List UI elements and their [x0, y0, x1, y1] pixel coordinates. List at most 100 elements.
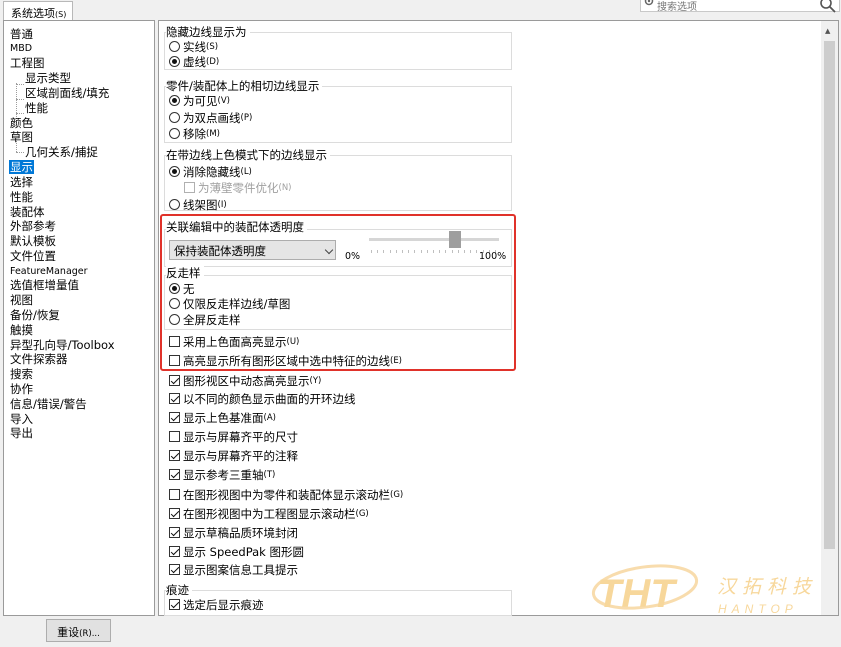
checkbox-option[interactable]: 显示参考三重轴 (T)	[169, 467, 275, 482]
tree-item[interactable]: 备份/恢复	[10, 308, 60, 322]
tree-item[interactable]: MBD	[10, 42, 32, 56]
tree-item[interactable]: 导入	[10, 412, 33, 426]
tree-item[interactable]: 选择	[10, 175, 33, 189]
checkbox-icon[interactable]	[169, 393, 180, 404]
tree-item[interactable]: 外部参考	[10, 219, 56, 233]
checkbox-option[interactable]: 显示草稿品质环境封闭	[169, 525, 298, 540]
tree-item[interactable]: 显示类型	[25, 71, 71, 85]
tree-item[interactable]: 异型孔向导/Toolbox	[10, 338, 115, 352]
vertical-scrollbar[interactable]: ▲	[821, 21, 838, 615]
tree-item[interactable]: 颜色	[10, 116, 33, 130]
tree-connector	[16, 99, 24, 100]
group-title: 在带边线上色模式下的边线显示	[166, 147, 330, 163]
radio-hotkey: (I)	[217, 199, 227, 210]
checkbox-label: 显示上色基准面	[183, 410, 264, 425]
reset-hotkey: (R)...	[79, 629, 100, 639]
tree-item[interactable]: 触摸	[10, 323, 33, 337]
checkbox-icon[interactable]	[169, 546, 180, 557]
radio-icon[interactable]	[169, 56, 180, 67]
checkbox-trail[interactable]: 选定后显示痕迹	[169, 597, 264, 612]
tree-item[interactable]: 工程图	[10, 56, 45, 70]
tree-item[interactable]: FeatureManager	[10, 265, 88, 279]
checkbox-icon[interactable]	[169, 450, 180, 461]
radio-dashed[interactable]: 虚线 (D)	[169, 54, 219, 69]
tree-item[interactable]: 几何关系/捕捉	[25, 145, 98, 159]
radio-hotkey: (D)	[206, 56, 220, 67]
checkbox-icon[interactable]	[169, 375, 180, 386]
radio-wireframe[interactable]: 线架图 (I)	[169, 197, 227, 212]
tree-item[interactable]: 区域剖面线/填充	[25, 86, 109, 100]
checkbox-icon[interactable]	[169, 508, 180, 519]
checkbox-option[interactable]: 显示与屏幕齐平的注释	[169, 448, 298, 463]
radio-label: 线架图	[183, 197, 218, 212]
search-input[interactable]: 搜索选项	[640, 0, 840, 14]
checkbox-icon[interactable]	[169, 599, 180, 610]
tree-item[interactable]: 信息/错误/警告	[10, 397, 87, 411]
checkbox-label: 图形视区中动态高亮显示	[183, 373, 310, 388]
radio-visible[interactable]: 为可见 (V)	[169, 93, 230, 108]
tree-item[interactable]: 协作	[10, 382, 33, 396]
radio-label: 消除隐藏线	[183, 164, 241, 179]
tree-item[interactable]: 草图	[10, 130, 33, 144]
radio-icon[interactable]	[169, 128, 180, 139]
tree-item[interactable]: 导出	[10, 426, 33, 440]
tab-system-options[interactable]: 系统选项(S)	[3, 1, 74, 20]
checkbox-label: 选定后显示痕迹	[183, 597, 264, 612]
tab-strip: 系统选项(S) 搜索选项	[0, 0, 841, 20]
checkbox-option[interactable]: 显示 SpeedPak 图形圆	[169, 544, 304, 559]
tree-item[interactable]: 文件位置	[10, 249, 56, 263]
checkbox-label: 显示 SpeedPak 图形圆	[183, 544, 304, 559]
radio-icon[interactable]	[169, 95, 180, 106]
tree-item[interactable]: 性能	[10, 190, 33, 204]
checkbox-hotkey: (A)	[263, 412, 276, 423]
watermark-cn-text: 汉拓科技	[717, 577, 817, 598]
checkbox-icon[interactable]	[169, 412, 180, 423]
scrollbar-thumb[interactable]	[824, 41, 835, 549]
tree-item[interactable]: 默认模板	[10, 234, 56, 248]
checkbox-icon[interactable]	[169, 469, 180, 480]
checkbox-label: 显示与屏幕齐平的注释	[183, 448, 298, 463]
radio-solid[interactable]: 实线 (S)	[169, 39, 218, 54]
checkbox-option[interactable]: 显示与屏幕齐平的尺寸	[169, 429, 298, 444]
radio-remove[interactable]: 移除 (M)	[169, 126, 220, 141]
tree-item[interactable]: 普通	[10, 27, 33, 41]
tree-item[interactable]: 搜索	[10, 367, 33, 381]
radio-hotkey: (L)	[240, 166, 252, 177]
search-icon[interactable]	[819, 0, 837, 14]
checkbox-label: 显示参考三重轴	[183, 467, 264, 482]
radio-label: 虚线	[183, 54, 206, 69]
checkbox-label: 显示图案信息工具提示	[183, 562, 298, 577]
radio-icon[interactable]	[169, 41, 180, 52]
scroll-up-icon[interactable]: ▲	[825, 27, 830, 35]
radio-label: 为双点画线	[183, 110, 241, 125]
checkbox-icon[interactable]	[184, 182, 195, 193]
checkbox-option[interactable]: 显示图案信息工具提示	[169, 562, 298, 577]
radio-remove-hidden[interactable]: 消除隐藏线 (L)	[169, 164, 252, 179]
radio-icon[interactable]	[169, 199, 180, 210]
checkbox-icon[interactable]	[169, 564, 180, 575]
checkbox-option[interactable]: 显示上色基准面 (A)	[169, 410, 276, 425]
checkbox-option[interactable]: 在图形视图中为工程图显示滚动栏 (G)	[169, 506, 369, 521]
checkbox-hotkey: (Y)	[309, 375, 322, 386]
checkbox-icon[interactable]	[169, 527, 180, 538]
tree-item[interactable]: 性能	[25, 101, 48, 115]
checkbox-label: 在图形视图中为零件和装配体显示滚动栏	[183, 487, 390, 502]
checkbox-hotkey: (N)	[278, 182, 292, 193]
checkbox-hotkey: (T)	[263, 469, 276, 480]
tree-item[interactable]: 选值框增量值	[10, 278, 79, 292]
checkbox-thin-wall[interactable]: 为薄壁零件优化 (N)	[184, 180, 292, 195]
radio-icon[interactable]	[169, 112, 180, 123]
tree-item[interactable]: 文件探索器	[10, 352, 68, 366]
radio-icon[interactable]	[169, 166, 180, 177]
tree-item[interactable]: 装配体	[10, 205, 45, 219]
reset-button[interactable]: 重设(R)...	[46, 619, 111, 642]
radio-phantom[interactable]: 为双点画线 (P)	[169, 110, 252, 125]
checkbox-icon[interactable]	[169, 489, 180, 500]
checkbox-option[interactable]: 图形视区中动态高亮显示 (Y)	[169, 373, 321, 388]
checkbox-option[interactable]: 以不同的颜色显示曲面的开环边线	[169, 391, 356, 406]
checkbox-icon[interactable]	[169, 431, 180, 442]
checkbox-option[interactable]: 在图形视图中为零件和装配体显示滚动栏 (G)	[169, 487, 403, 502]
tree-item[interactable]: 视图	[10, 293, 33, 307]
checkbox-label: 显示与屏幕齐平的尺寸	[183, 429, 298, 444]
tree-item-selected[interactable]: 显示	[9, 160, 34, 174]
